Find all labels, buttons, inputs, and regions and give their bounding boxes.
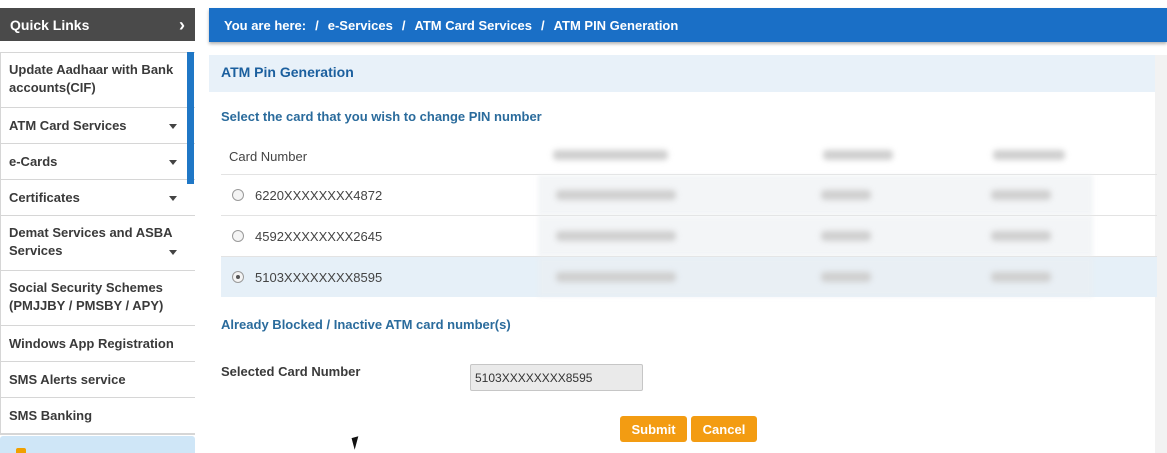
redacted-cell	[991, 231, 1051, 241]
sidebar-item-label: ATM Card Services	[9, 118, 127, 133]
sidebar-item-certificates[interactable]: Certificates	[1, 180, 195, 216]
redacted-cell	[991, 190, 1051, 200]
caret-down-icon	[169, 124, 177, 129]
sidebar-bottom-panel	[0, 436, 195, 453]
selected-card-field[interactable]	[470, 364, 643, 391]
table-row[interactable]: 6220XXXXXXXX4872	[221, 174, 1157, 215]
caret-down-icon	[169, 160, 177, 165]
redacted-cell	[556, 231, 676, 241]
redacted-cell	[991, 272, 1051, 282]
sidebar-item-label: Update Aadhaar with Bank accounts(CIF)	[9, 62, 174, 95]
card-number-cell: 6220XXXXXXXX4872	[255, 187, 383, 203]
sidebar-item-label: SMS Alerts service	[9, 372, 126, 387]
sidebar-item-label: Windows App Registration	[9, 336, 174, 351]
redacted-cell	[556, 190, 676, 200]
quick-links-menu: Update Aadhaar with Bank accounts(CIF) A…	[0, 52, 195, 435]
breadcrumb-separator: /	[315, 17, 319, 33]
sidebar-scrollbar[interactable]	[187, 52, 194, 184]
table-row[interactable]: 4592XXXXXXXX2645	[221, 215, 1157, 256]
page-title: ATM Pin Generation	[209, 55, 1167, 92]
breadcrumb: You are here: / e-Services / ATM Card Se…	[209, 8, 1167, 42]
chevron-right-icon[interactable]: ›	[179, 16, 185, 34]
breadcrumb-item-e-services[interactable]: e-Services	[328, 18, 393, 33]
redacted-cell	[556, 272, 676, 282]
sidebar-item-label: Demat Services and ASBA Services	[9, 225, 173, 258]
card-radio-button-checked[interactable]	[232, 271, 244, 283]
bookmark-icon	[16, 448, 26, 453]
quick-links-header[interactable]: Quick Links ›	[0, 8, 195, 41]
breadcrumb-item-atm-card-services[interactable]: ATM Card Services	[414, 18, 532, 33]
caret-down-icon	[169, 250, 177, 255]
section-subtitle: Select the card that you wish to change …	[221, 109, 542, 124]
sidebar-item-windows-app[interactable]: Windows App Registration	[1, 326, 195, 362]
breadcrumb-prefix: You are here:	[224, 17, 307, 33]
redacted-header	[993, 150, 1065, 160]
redacted-cell	[821, 231, 871, 241]
card-radio-button[interactable]	[232, 230, 244, 242]
blocked-cards-link[interactable]: Already Blocked / Inactive ATM card numb…	[221, 317, 511, 332]
sidebar-item-sms-alerts[interactable]: SMS Alerts service	[1, 362, 195, 398]
sidebar-item-label: Social Security Schemes (PMJJBY / PMSBY …	[9, 280, 164, 313]
card-table: Card Number 6220XXXXXXXX4872 4592XXXXXXX…	[221, 140, 1157, 297]
sidebar-item-demat-services[interactable]: Demat Services and ASBA Services	[1, 216, 195, 271]
redacted-cell	[821, 190, 871, 200]
caret-down-icon	[169, 196, 177, 201]
redacted-header	[823, 150, 893, 160]
card-number-cell: 4592XXXXXXXX2645	[255, 228, 383, 244]
selected-card-label: Selected Card Number	[221, 364, 361, 379]
sidebar-item-e-cards[interactable]: e-Cards	[1, 144, 195, 180]
sidebar-item-atm-card-services[interactable]: ATM Card Services	[1, 108, 195, 144]
submit-button[interactable]: Submit	[620, 416, 687, 442]
cancel-button[interactable]: Cancel	[691, 416, 757, 442]
quick-links-title: Quick Links	[10, 16, 90, 33]
card-radio-button[interactable]	[232, 189, 244, 201]
table-row-selected[interactable]: 5103XXXXXXXX8595	[221, 256, 1157, 297]
sidebar-item-label: SMS Banking	[9, 408, 93, 423]
sidebar-item-label: e-Cards	[9, 154, 58, 169]
sidebar-item-label: Certificates	[9, 190, 80, 205]
breadcrumb-separator: /	[540, 17, 545, 33]
sidebar-item-sms-banking[interactable]: SMS Banking	[1, 398, 195, 434]
redacted-header	[553, 150, 668, 160]
card-number-cell: 5103XXXXXXXX8595	[255, 269, 383, 285]
redacted-cell	[821, 272, 871, 282]
breadcrumb-item-atm-pin-generation: ATM PIN Generation	[553, 17, 679, 33]
breadcrumb-separator: /	[401, 17, 406, 33]
sidebar-item-update-aadhaar[interactable]: Update Aadhaar with Bank accounts(CIF)	[1, 53, 195, 108]
sidebar-item-social-security[interactable]: Social Security Schemes (PMJJBY / PMSBY …	[1, 271, 195, 326]
mouse-cursor-icon	[351, 436, 362, 450]
